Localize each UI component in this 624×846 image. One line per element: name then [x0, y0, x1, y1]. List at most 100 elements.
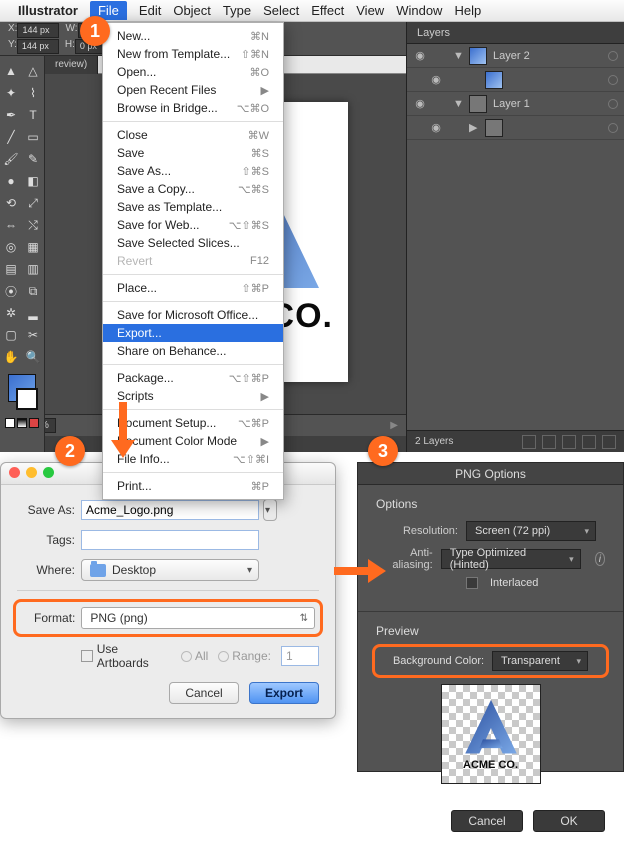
menu-help[interactable]: Help: [454, 3, 481, 18]
menu-item-print[interactable]: Print...⌘P: [103, 477, 283, 495]
scale-tool[interactable]: ⤢: [23, 193, 43, 213]
all-radio[interactable]: All: [181, 649, 208, 663]
blob-brush-tool[interactable]: ●: [1, 171, 21, 191]
layer-row[interactable]: ◉ ▼ Layer 1: [407, 92, 624, 116]
menu-item-save-for-microsoft-office[interactable]: Save for Microsoft Office...: [103, 306, 283, 324]
twirl-icon[interactable]: ▶: [469, 121, 479, 134]
menu-select[interactable]: Select: [263, 3, 299, 18]
delete-layer-icon[interactable]: [602, 435, 616, 449]
menu-item-save[interactable]: Save⌘S: [103, 144, 283, 162]
layer-row[interactable]: ◉▶: [407, 116, 624, 140]
info-icon[interactable]: i: [595, 552, 605, 566]
document-tab[interactable]: review): [45, 56, 98, 74]
width-tool[interactable]: ⇔: [1, 215, 21, 235]
range-field[interactable]: [281, 646, 319, 666]
zoom-tool[interactable]: 🔍: [23, 347, 43, 367]
png-cancel-button[interactable]: Cancel: [451, 810, 523, 832]
menu-edit[interactable]: Edit: [139, 3, 161, 18]
twirl-icon[interactable]: ▼: [453, 98, 463, 110]
app-name[interactable]: Illustrator: [18, 3, 78, 18]
format-select[interactable]: PNG (png): [81, 607, 315, 629]
new-sublayer-icon[interactable]: [562, 435, 576, 449]
menu-view[interactable]: View: [356, 3, 384, 18]
layer-row[interactable]: ◉ ▼ Layer 2: [407, 44, 624, 68]
target-icon[interactable]: [608, 123, 618, 133]
lasso-tool[interactable]: ⌇: [23, 83, 43, 103]
cancel-button[interactable]: Cancel: [169, 682, 239, 704]
menu-item-open[interactable]: Open...⌘O: [103, 63, 283, 81]
line-tool[interactable]: ╱: [1, 127, 21, 147]
type-tool[interactable]: T: [23, 105, 43, 125]
free-transform-tool[interactable]: ⤭: [23, 215, 43, 235]
target-icon[interactable]: [608, 75, 618, 85]
menu-type[interactable]: Type: [223, 3, 251, 18]
range-radio[interactable]: Range:: [218, 649, 271, 663]
menu-item-place[interactable]: Place...⇧⌘P: [103, 279, 283, 297]
export-button[interactable]: Export: [249, 682, 319, 704]
menu-item-save-for-web[interactable]: Save for Web...⌥⇧⌘S: [103, 216, 283, 234]
locate-object-icon[interactable]: [522, 435, 536, 449]
menu-item-open-recent-files[interactable]: Open Recent Files▶: [103, 81, 283, 99]
hand-tool[interactable]: ✋: [1, 347, 21, 367]
visibility-icon[interactable]: ◉: [413, 49, 427, 62]
artboard-tool[interactable]: ▢: [1, 325, 21, 345]
menu-item-new[interactable]: New...⌘N: [103, 27, 283, 45]
graph-tool[interactable]: ▂: [23, 303, 43, 323]
color-mode-toggles[interactable]: [0, 418, 44, 428]
menu-object[interactable]: Object: [173, 3, 211, 18]
shape-builder-tool[interactable]: ◎: [1, 237, 21, 257]
layers-header[interactable]: Layers: [407, 22, 624, 44]
background-color-select[interactable]: Transparent: [492, 651, 588, 671]
rotate-tool[interactable]: ⟲: [1, 193, 21, 213]
eyedropper-tool[interactable]: ⦿: [1, 281, 21, 301]
blend-tool[interactable]: ⧉: [23, 281, 43, 301]
save-as-field[interactable]: [81, 500, 259, 520]
menu-item-save-a-copy[interactable]: Save a Copy...⌥⌘S: [103, 180, 283, 198]
menu-item-new-from-template[interactable]: New from Template...⇧⌘N: [103, 45, 283, 63]
resolution-select[interactable]: Screen (72 ppi): [466, 521, 596, 541]
y-field[interactable]: 144 px: [17, 39, 59, 54]
eraser-tool[interactable]: ◧: [23, 171, 43, 191]
mesh-tool[interactable]: ▤: [1, 259, 21, 279]
menu-item-close[interactable]: Close⌘W: [103, 126, 283, 144]
visibility-icon[interactable]: ◉: [413, 97, 427, 110]
menu-item-share-on-behance[interactable]: Share on Behance...: [103, 342, 283, 360]
magic-wand-tool[interactable]: ✦: [1, 83, 21, 103]
rectangle-tool[interactable]: ▭: [23, 127, 43, 147]
menu-item-save-as[interactable]: Save As...⇧⌘S: [103, 162, 283, 180]
pencil-tool[interactable]: ✎: [23, 149, 43, 169]
x-field[interactable]: 144 px: [17, 23, 59, 38]
anti-aliasing-select[interactable]: Type Optimized (Hinted): [441, 549, 581, 569]
menu-item-save-selected-slices[interactable]: Save Selected Slices...: [103, 234, 283, 252]
layer-name[interactable]: Layer 2: [493, 50, 530, 62]
gradient-tool[interactable]: ▥: [23, 259, 43, 279]
paintbrush-tool[interactable]: 🖌: [1, 149, 21, 169]
target-icon[interactable]: [608, 99, 618, 109]
menu-item-package[interactable]: Package...⌥⇧⌘P: [103, 369, 283, 387]
target-icon[interactable]: [608, 51, 618, 61]
expand-button[interactable]: [263, 499, 277, 521]
menu-item-export[interactable]: Export...: [103, 324, 283, 342]
menu-item-save-as-template[interactable]: Save as Template...: [103, 198, 283, 216]
selection-tool[interactable]: ▲: [1, 61, 21, 81]
interlaced-checkbox[interactable]: [466, 577, 478, 589]
use-artboards-checkbox[interactable]: Use Artboards: [81, 642, 171, 670]
visibility-icon[interactable]: ◉: [429, 73, 443, 86]
where-select[interactable]: Desktop: [81, 559, 259, 581]
layer-name[interactable]: Layer 1: [493, 98, 530, 110]
tags-field[interactable]: [81, 530, 259, 550]
layer-row[interactable]: ◉: [407, 68, 624, 92]
make-clipping-mask-icon[interactable]: [542, 435, 556, 449]
pen-tool[interactable]: ✒: [1, 105, 21, 125]
new-layer-icon[interactable]: [582, 435, 596, 449]
direct-selection-tool[interactable]: △: [23, 61, 43, 81]
twirl-icon[interactable]: ▼: [453, 50, 463, 62]
png-ok-button[interactable]: OK: [533, 810, 605, 832]
menu-window[interactable]: Window: [396, 3, 442, 18]
stroke-swatch[interactable]: [16, 388, 38, 410]
symbol-sprayer-tool[interactable]: ✲: [1, 303, 21, 323]
visibility-icon[interactable]: ◉: [429, 121, 443, 134]
slice-tool[interactable]: ✂: [23, 325, 43, 345]
menu-effect[interactable]: Effect: [311, 3, 344, 18]
perspective-tool[interactable]: ▦: [23, 237, 43, 257]
